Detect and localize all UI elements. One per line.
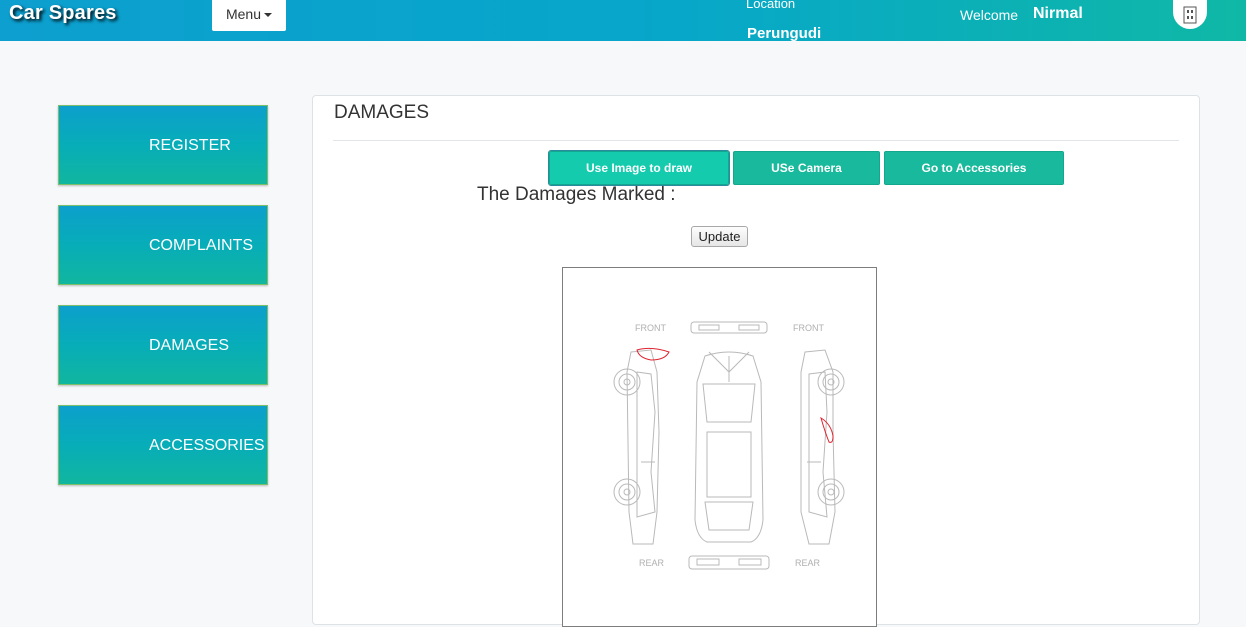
- sidebar-item-label: COMPLAINTS: [149, 237, 254, 254]
- sidebar-item-register[interactable]: REGISTER: [58, 105, 268, 185]
- rear-right-label: REAR: [795, 558, 821, 568]
- user-name: Nirmal: [1033, 5, 1083, 22]
- page-title: DAMAGES: [334, 102, 430, 123]
- front-left-label: FRONT: [635, 323, 666, 333]
- sidebar-item-damages[interactable]: DAMAGES: [58, 305, 268, 385]
- location-value: Perungudi: [747, 25, 822, 42]
- welcome-label: Welcome: [960, 7, 1019, 23]
- sidebar-item-label: ACCESSORIES: [149, 437, 265, 454]
- location-label: Location: [746, 0, 796, 11]
- use-image-to-draw-button[interactable]: Use Image to draw: [548, 150, 730, 186]
- sidebar-item-complaints[interactable]: COMPLAINTS: [58, 205, 268, 285]
- sidebar-item-label: DAMAGES: [149, 337, 230, 354]
- rear-left-label: REAR: [639, 558, 665, 568]
- car-damage-diagram: FRONT FRONT REAR REAR: [613, 321, 845, 570]
- front-right-label: FRONT: [793, 323, 824, 333]
- sidebar-item-label: REGISTER: [149, 137, 231, 154]
- broken-image-icon: [1183, 6, 1197, 23]
- damage-mark: [820, 416, 834, 443]
- menu-label: Menu: [225, 6, 262, 22]
- damages-marked-heading: The Damages Marked :: [477, 184, 676, 205]
- use-camera-button[interactable]: USe Camera: [733, 151, 880, 185]
- user-avatar[interactable]: [1173, 0, 1207, 29]
- update-button[interactable]: Update: [691, 226, 748, 247]
- damage-drawing-canvas[interactable]: FRONT FRONT REAR REAR: [562, 267, 877, 627]
- top-navbar: Car Spares Menu Location Perungudi Welco…: [0, 0, 1246, 42]
- go-to-accessories-button[interactable]: Go to Accessories: [884, 151, 1064, 185]
- caret-down-icon: [264, 13, 273, 18]
- sidebar-item-accessories[interactable]: ACCESSORIES: [58, 405, 268, 485]
- divider: [333, 140, 1179, 141]
- menu-dropdown-button[interactable]: Menu: [212, 0, 286, 31]
- brand-logo[interactable]: Car Spares: [9, 2, 117, 25]
